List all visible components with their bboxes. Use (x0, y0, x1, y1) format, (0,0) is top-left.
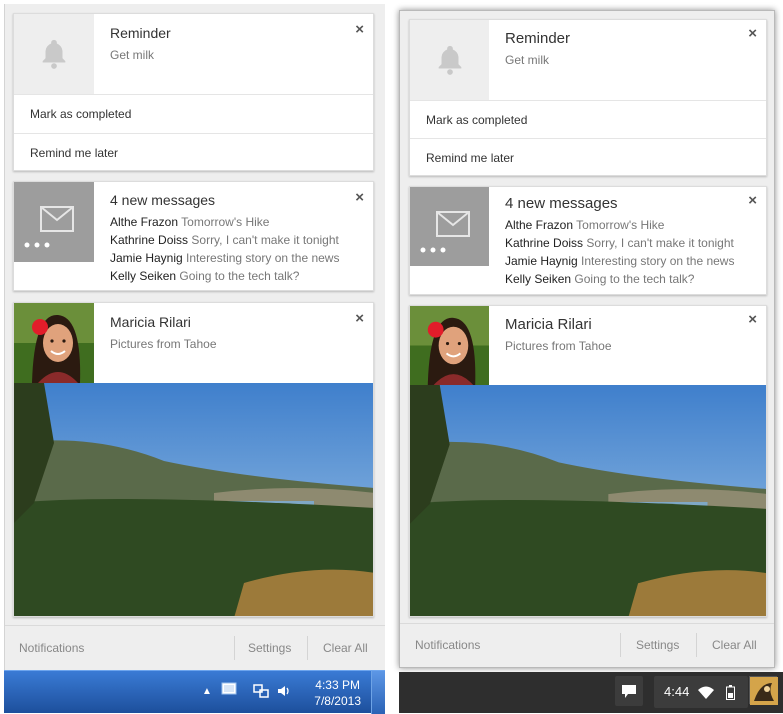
user-avatar-image (750, 677, 778, 705)
gmail-icon-tile (14, 182, 94, 262)
divider (234, 636, 235, 660)
message-sender: Kathrine Doiss (110, 233, 189, 247)
photo-notification[interactable]: Maricia Rilari Pictures from Tahoe × (13, 302, 374, 617)
avatar-photo (14, 303, 94, 383)
remind-later-button[interactable]: Remind me later (410, 138, 766, 175)
bell-icon (42, 39, 66, 69)
mail-icon (40, 206, 74, 232)
gmail-icon-tile (410, 187, 489, 266)
message-line[interactable]: Althe Frazon Tomorrow's Hike (110, 215, 269, 229)
gmail-notification[interactable]: 4 new messages × Althe Frazon Tomorrow's… (13, 181, 374, 291)
notification-icon[interactable] (221, 682, 237, 701)
notification-title: Reminder (110, 25, 171, 41)
close-icon[interactable]: × (355, 22, 364, 37)
message-sender: Jamie Haynig (505, 254, 578, 268)
message-line[interactable]: Kathrine Doiss Sorry, I can't make it to… (505, 236, 734, 250)
reminder-notification[interactable]: Reminder Get milk × Mark as completed Re… (13, 13, 374, 171)
message-subject: Sorry, I can't make it tonight (586, 236, 734, 250)
message-subject: Interesting story on the news (581, 254, 735, 268)
notifications-label: Notifications (415, 638, 481, 652)
landscape-photo (410, 385, 766, 616)
notification-title: Reminder (505, 30, 571, 47)
landscape-photo (14, 383, 373, 616)
volume-icon[interactable] (276, 683, 292, 702)
message-sender: Althe Frazon (110, 215, 179, 229)
close-icon[interactable]: × (355, 311, 364, 326)
notification-title: Maricia Rilari (110, 314, 191, 330)
avatar (410, 306, 489, 385)
chevron-up-icon[interactable]: ▲ (202, 686, 212, 697)
clear-all-button[interactable]: Clear All (712, 638, 757, 652)
reminder-icon-tile (14, 14, 94, 94)
notification-tray-button[interactable] (615, 676, 643, 706)
mark-completed-button[interactable]: Mark as completed (410, 100, 766, 138)
message-subject: Tomorrow's Hike (181, 215, 270, 229)
message-sender: Jamie Haynig (110, 251, 183, 265)
message-line[interactable]: Kelly Seiken Going to the tech talk? (110, 269, 299, 283)
close-icon[interactable]: × (748, 26, 757, 41)
message-sender: Kelly Seiken (505, 272, 572, 286)
windows-taskbar: ▲ 4:33 PM 7/8/2013 (4, 670, 385, 714)
notification-title: Maricia Rilari (505, 316, 592, 333)
network-icon[interactable] (253, 683, 269, 702)
photo-notification[interactable]: Maricia Rilari Pictures from Tahoe × (409, 305, 767, 617)
bell-icon (438, 45, 461, 75)
message-line[interactable]: Jamie Haynig Interesting story on the ne… (505, 254, 734, 268)
notifications-label: Notifications (19, 641, 85, 655)
avatar-photo (410, 306, 489, 385)
clear-all-button[interactable]: Clear All (323, 641, 368, 655)
more-dots-icon (420, 247, 446, 253)
message-sender: Althe Frazon (505, 218, 574, 232)
windows-notification-center: Reminder Get milk × Mark as completed Re… (4, 4, 385, 670)
message-line[interactable]: Kathrine Doiss Sorry, I can't make it to… (110, 233, 339, 247)
clock-date: 7/8/2013 (314, 694, 361, 708)
message-line[interactable]: Kelly Seiken Going to the tech talk? (505, 272, 694, 286)
taskbar-clock[interactable]: 4:33 PM 7/8/2013 (314, 677, 361, 709)
settings-button[interactable]: Settings (248, 641, 291, 655)
message-sender: Kathrine Doiss (505, 236, 584, 250)
clock-time: 4:33 PM (315, 678, 360, 692)
notification-body: Get milk (505, 53, 550, 67)
message-subject: Tomorrow's Hike (576, 218, 665, 232)
message-line[interactable]: Althe Frazon Tomorrow's Hike (505, 218, 664, 232)
notification-body: Get milk (110, 48, 155, 62)
notification-body: Pictures from Tahoe (505, 339, 612, 353)
notification-icon (622, 685, 636, 698)
close-icon[interactable]: × (748, 312, 757, 327)
reminder-icon-tile (410, 20, 489, 100)
notification-footer: Notifications Settings Clear All (5, 625, 385, 670)
close-icon[interactable]: × (748, 193, 757, 208)
chromeos-notification-center: Reminder Get milk × Mark as completed Re… (399, 10, 775, 668)
more-dots-icon (24, 242, 50, 248)
gmail-notification[interactable]: 4 new messages × Althe Frazon Tomorrow's… (409, 186, 767, 295)
message-subject: Going to the tech talk? (179, 269, 300, 283)
remind-later-button[interactable]: Remind me later (14, 133, 373, 170)
message-sender: Kelly Seiken (110, 269, 177, 283)
notification-title: 4 new messages (505, 195, 618, 212)
avatar[interactable] (749, 676, 778, 705)
shelf-clock: 4:44 (664, 684, 690, 699)
reminder-notification[interactable]: Reminder Get milk × Mark as completed Re… (409, 19, 767, 176)
system-tray[interactable]: 4:44 (654, 676, 748, 708)
message-subject: Interesting story on the news (186, 251, 340, 265)
message-line[interactable]: Jamie Haynig Interesting story on the ne… (110, 251, 339, 265)
message-subject: Sorry, I can't make it tonight (191, 233, 339, 247)
mail-icon (435, 210, 470, 237)
wifi-icon (698, 686, 714, 699)
show-desktop-button[interactable] (371, 671, 385, 714)
settings-button[interactable]: Settings (636, 638, 679, 652)
notification-footer: Notifications Settings Clear All (400, 623, 774, 667)
divider (620, 633, 621, 657)
message-subject: Going to the tech talk? (574, 272, 695, 286)
notification-body: Pictures from Tahoe (110, 337, 217, 351)
mark-completed-button[interactable]: Mark as completed (14, 94, 373, 133)
avatar (14, 303, 94, 383)
close-icon[interactable]: × (355, 190, 364, 205)
divider (307, 636, 308, 660)
battery-icon (726, 685, 735, 700)
divider (696, 633, 697, 657)
notification-title: 4 new messages (110, 192, 216, 208)
